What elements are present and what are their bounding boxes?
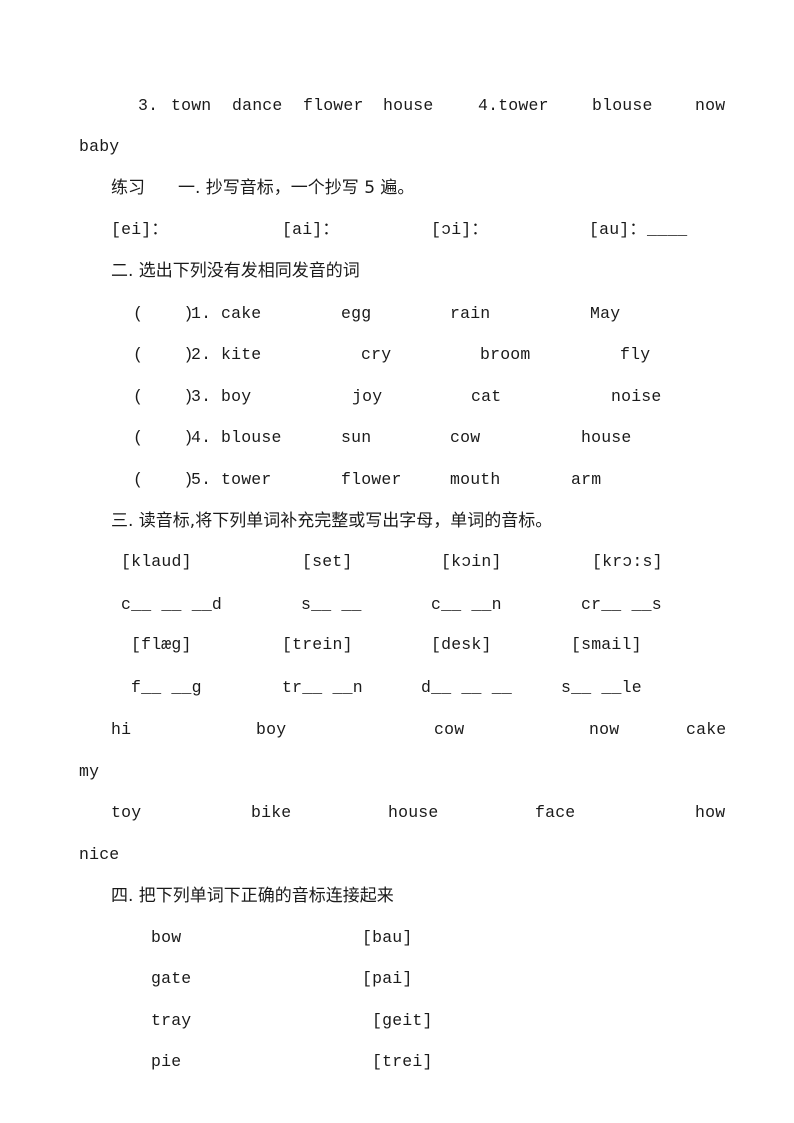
option: cake: [221, 304, 262, 323]
fill-blank[interactable]: cr__ __s: [581, 595, 662, 615]
word: bike: [251, 803, 292, 822]
question-number: 4.: [191, 428, 212, 447]
fill-blank[interactable]: f__ __g: [131, 678, 202, 698]
fill-blank[interactable]: c__ __n: [431, 595, 502, 615]
practice-label: 练习: [111, 178, 145, 198]
word: hi: [111, 720, 132, 739]
option: egg: [341, 304, 372, 323]
word: flower: [303, 96, 364, 115]
word: cow: [434, 720, 465, 739]
fill-blank[interactable]: s__ __le: [561, 678, 642, 698]
item-3-number: 3.: [138, 96, 159, 115]
phonetic-ei: [ei]：: [111, 220, 169, 239]
option: joy: [352, 387, 383, 406]
option: tower: [221, 470, 272, 489]
option: rain: [450, 304, 491, 323]
section-3-title: 三. 读音标,将下列单词补充完整或写出字母，单词的音标。: [111, 511, 553, 531]
fill-blank[interactable]: c__ __ __d: [121, 595, 222, 615]
fill-blank[interactable]: d__ __ __: [421, 678, 512, 698]
word: now: [695, 96, 726, 115]
word: cake: [686, 720, 727, 739]
phonetic: [desk]: [431, 635, 492, 654]
match-phonetic[interactable]: [trei]: [372, 1052, 433, 1072]
option: cow: [450, 428, 481, 447]
section-2-title: 二. 选出下列没有发相同发音的词: [111, 261, 360, 281]
phonetic: [krɔ:s]: [592, 552, 663, 571]
option: broom: [480, 345, 531, 364]
option: flower: [341, 470, 402, 489]
match-word[interactable]: gate: [151, 969, 191, 989]
phonetic: [klaud]: [121, 552, 192, 571]
match-phonetic[interactable]: [bau]: [362, 928, 413, 948]
word: now: [589, 720, 620, 739]
item-4-label: 4.tower: [478, 96, 549, 115]
phonetic: [smail]: [571, 635, 642, 654]
word: house: [388, 803, 439, 822]
phonetic-oi: [ɔi]：: [431, 220, 489, 239]
option: May: [590, 304, 621, 323]
option: cat: [471, 387, 502, 406]
match-phonetic[interactable]: [pai]: [362, 969, 413, 989]
phonetic: [flæg]: [131, 635, 192, 654]
answer-blank[interactable]: ____: [647, 220, 687, 240]
word: house: [383, 96, 434, 115]
word: dance: [232, 96, 283, 115]
word: blouse: [592, 96, 653, 115]
phonetic: [set]: [302, 552, 353, 571]
option: noise: [611, 387, 662, 406]
section-4-title: 四. 把下列单词下正确的音标连接起来: [111, 886, 394, 906]
question-number: 2.: [191, 345, 212, 364]
phonetic: [trein]: [282, 635, 353, 654]
option: mouth: [450, 470, 501, 489]
word: town: [171, 96, 212, 115]
word: how: [695, 803, 726, 822]
match-word[interactable]: bow: [151, 928, 181, 948]
phonetic: [kɔin]: [441, 552, 502, 571]
answer-bracket[interactable]: ( ): [133, 387, 194, 407]
option: kite: [221, 345, 262, 364]
option: house: [581, 428, 632, 447]
answer-bracket[interactable]: ( ): [133, 304, 194, 324]
option: boy: [221, 387, 252, 406]
answer-bracket[interactable]: ( ): [133, 345, 194, 365]
question-number: 5.: [191, 470, 212, 489]
fill-blank[interactable]: s__ __: [301, 595, 362, 615]
match-phonetic[interactable]: [geit]: [372, 1011, 433, 1031]
answer-bracket[interactable]: ( ): [133, 428, 194, 448]
option: cry: [361, 345, 392, 364]
option: sun: [341, 428, 372, 447]
phonetic-au: [au]：: [589, 220, 647, 239]
option: arm: [571, 470, 602, 489]
word: nice: [79, 845, 120, 864]
option: fly: [620, 345, 651, 364]
word: baby: [79, 137, 120, 156]
section-1-title: 一. 抄写音标，一个抄写 5 遍。: [178, 178, 415, 198]
question-number: 1.: [191, 304, 212, 323]
fill-blank[interactable]: tr__ __n: [282, 678, 363, 698]
word: face: [535, 803, 576, 822]
question-number: 3.: [191, 387, 212, 406]
word: boy: [256, 720, 287, 739]
answer-bracket[interactable]: ( ): [133, 470, 194, 490]
option: blouse: [221, 428, 282, 447]
word: toy: [111, 803, 142, 822]
phonetic-ai: [ai]：: [282, 220, 340, 239]
match-word[interactable]: tray: [151, 1011, 191, 1031]
match-word[interactable]: pie: [151, 1052, 181, 1072]
word: my: [79, 762, 100, 781]
